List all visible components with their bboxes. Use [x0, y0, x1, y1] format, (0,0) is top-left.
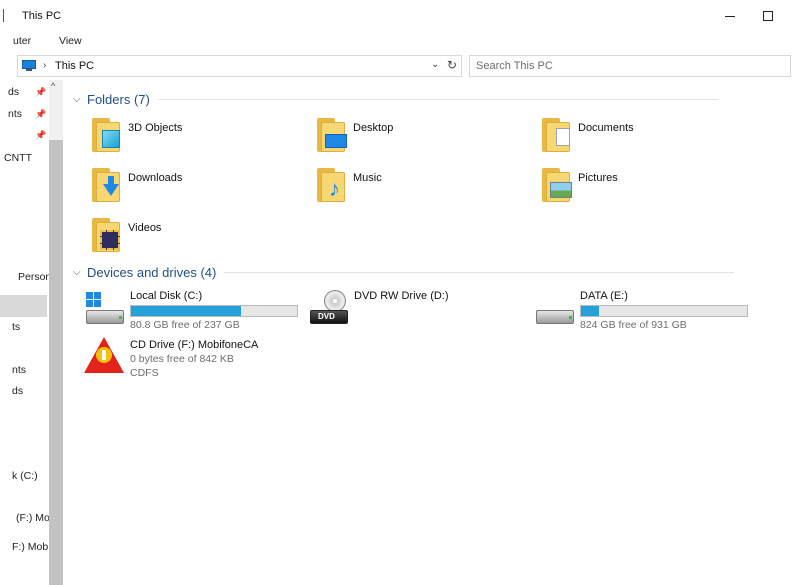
folder-label: Desktop [353, 122, 394, 134]
content-area: ⌵ Folders (7) 3D Objects Desktop Documen… [66, 80, 800, 585]
nav-item-cd-drive-2[interactable]: F:) Mob [12, 541, 48, 553]
tab-computer[interactable]: uter [13, 35, 31, 47]
desktop-folder-icon [313, 116, 349, 156]
nav-item-downloads[interactable]: ds [8, 86, 19, 98]
pictures-folder-icon [538, 166, 574, 206]
navigation-pane: ds 📌 nts 📌 📌 CNTT Person ts nts ds k (C:… [0, 80, 63, 585]
divider [157, 98, 718, 100]
nav-scrollbar-thumb[interactable] [49, 140, 63, 585]
nav-item-documents-2[interactable]: nts [12, 364, 26, 376]
drive-name: CD Drive (F:) MobifoneCA [130, 339, 259, 351]
tab-view[interactable]: View [59, 35, 82, 47]
folder-videos[interactable]: Videos [88, 216, 308, 260]
videos-folder-icon [88, 216, 124, 256]
this-pc-icon [21, 60, 37, 72]
folder-label: Documents [578, 122, 634, 134]
drive-filesystem: CDFS [130, 367, 159, 379]
3d-objects-folder-icon [88, 116, 124, 156]
folder-label: Downloads [128, 172, 183, 184]
nav-item-cntt[interactable]: CNTT [4, 152, 32, 164]
drive-dvd-rw-d[interactable]: DVD DVD RW Drive (D:) [310, 288, 540, 336]
documents-folder-icon [538, 116, 574, 156]
folder-downloads[interactable]: Downloads [88, 166, 308, 210]
nav-item-objects[interactable]: ts [12, 321, 20, 333]
drive-usage-fill [131, 306, 241, 316]
folder-label: 3D Objects [128, 122, 183, 134]
pin-icon: 📌 [35, 130, 47, 140]
collapse-chevron-icon[interactable]: ⌵ [73, 267, 85, 278]
music-folder-icon: ♪ [313, 166, 349, 206]
ribbon-tabs: uter View [0, 32, 800, 52]
drive-free-space: 80.8 GB free of 237 GB [130, 319, 240, 331]
drive-cd-f-mobifoneca[interactable]: CD Drive (F:) MobifoneCA 0 bytes free of… [84, 337, 314, 397]
drive-name: DVD RW Drive (D:) [354, 290, 449, 302]
breadcrumb-chevron-icon[interactable]: › [43, 60, 46, 71]
folder-3d-objects[interactable]: 3D Objects [88, 116, 308, 160]
dvd-drive-icon: DVD [310, 288, 352, 330]
breadcrumb-this-pc[interactable]: This PC [55, 60, 94, 72]
devices-header-title: Devices and drives (4) [87, 264, 217, 280]
nav-item-downloads-2[interactable]: ds [12, 385, 23, 397]
devices-group-header[interactable]: ⌵ Devices and drives (4) [73, 262, 793, 282]
hard-drive-icon [534, 288, 576, 330]
drive-free-space: 824 GB free of 931 GB [580, 319, 687, 331]
search-box[interactable] [469, 55, 791, 77]
search-input[interactable] [476, 59, 776, 73]
pin-icon: 📌 [35, 87, 47, 97]
folders-header-title: Folders (7) [87, 91, 150, 107]
folder-label: Music [353, 172, 382, 184]
drive-local-disk-c[interactable]: Local Disk (C:) 80.8 GB free of 237 GB [84, 288, 314, 336]
title-bar: This PC [0, 0, 800, 32]
window-title: This PC [22, 10, 62, 22]
address-bar[interactable]: › This PC ⌄ ↻ [17, 55, 462, 77]
drive-usage-fill [581, 306, 600, 316]
folder-desktop[interactable]: Desktop [313, 116, 533, 160]
drive-name: DATA (E:) [580, 290, 628, 302]
nav-item-personal[interactable]: Person [18, 271, 51, 283]
drive-data-e[interactable]: DATA (E:) 824 GB free of 931 GB [534, 288, 764, 336]
drive-free-space: 0 bytes free of 842 KB [130, 353, 234, 365]
refresh-icon[interactable]: ↻ [447, 58, 457, 72]
minimize-icon [725, 15, 735, 17]
divider [224, 271, 735, 273]
downloads-folder-icon [88, 166, 124, 206]
nav-item-documents[interactable]: nts [8, 108, 22, 120]
drive-name: Local Disk (C:) [130, 290, 203, 302]
nav-item-local-disk[interactable]: k (C:) [12, 470, 38, 482]
collapse-chevron-icon[interactable]: ⌵ [73, 94, 85, 105]
folder-label: Pictures [578, 172, 618, 184]
address-dropdown-icon[interactable]: ⌄ [431, 59, 439, 70]
mobifoneca-cd-icon [84, 337, 126, 379]
folder-pictures[interactable]: Pictures [538, 166, 758, 210]
nav-item-cd-drive[interactable]: (F:) Mo [16, 512, 50, 524]
minimize-button[interactable] [716, 4, 744, 28]
folder-documents[interactable]: Documents [538, 116, 758, 160]
pin-icon: 📌 [35, 109, 47, 119]
folder-music[interactable]: ♪ Music [313, 166, 533, 210]
windows-drive-icon [84, 288, 126, 330]
nav-selected-highlight [0, 295, 47, 317]
scroll-up-icon[interactable]: ^ [51, 81, 55, 91]
maximize-icon [763, 11, 773, 21]
folder-label: Videos [128, 222, 162, 234]
maximize-button[interactable] [754, 4, 782, 28]
drive-usage-bar [580, 305, 748, 317]
folders-group-header[interactable]: ⌵ Folders (7) [73, 89, 793, 109]
drive-usage-bar [130, 305, 298, 317]
title-bar-edge [3, 9, 4, 22]
